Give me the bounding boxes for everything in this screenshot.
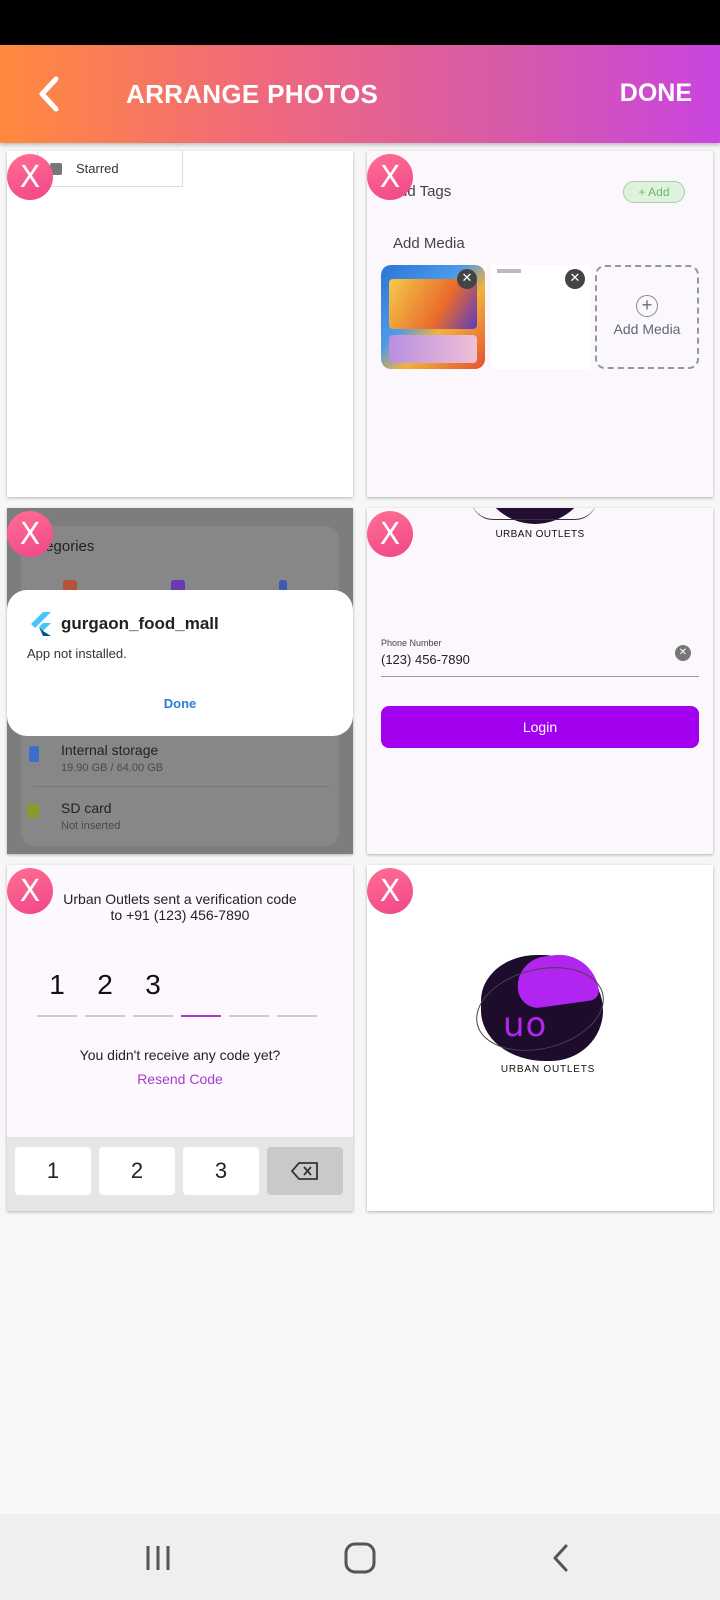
otp-underline (229, 1015, 269, 1017)
phone-storage-icon (29, 746, 39, 762)
add-media-box: + Add Media (595, 265, 699, 369)
photo-tile-4[interactable]: URBAN OUTLETS Phone Number (123) 456-789… (367, 508, 713, 854)
otp-underline (37, 1015, 77, 1017)
no-code-text: You didn't receive any code yet? (79, 1047, 281, 1063)
phone-value: (123) 456-7890 (381, 652, 470, 667)
backspace-icon (267, 1147, 343, 1195)
remove-photo-button[interactable]: X (367, 511, 413, 557)
brand-name: URBAN OUTLETS (495, 529, 585, 540)
otp-underline (181, 1015, 221, 1017)
photo-tile-1[interactable]: Starred (7, 151, 353, 497)
close-icon: ✕ (457, 269, 477, 289)
otp-underline (277, 1015, 317, 1017)
add-media-label: Add Media (613, 321, 681, 337)
otp-digit: 1 (49, 969, 65, 1000)
verification-line-2: to +91 (123) 456-7890 (110, 907, 250, 923)
dialog-message: App not installed. (27, 646, 127, 661)
phone-label: Phone Number (381, 638, 442, 648)
remove-photo-button[interactable]: X (7, 511, 53, 557)
page-title: ARRANGE PHOTOS (126, 79, 379, 109)
key: 1 (15, 1147, 91, 1195)
otp-digit: 3 (145, 969, 161, 1000)
otp-underline (85, 1015, 125, 1017)
starred-label: Starred (76, 161, 119, 176)
photo-tile-5[interactable]: Urban Outlets sent a verification code t… (7, 865, 353, 1211)
starred-chip: Starred (37, 151, 183, 187)
remove-photo-button[interactable]: X (7, 868, 53, 914)
sd-card-icon (27, 804, 39, 818)
verification-line-1: Urban Outlets sent a verification code (63, 891, 297, 907)
logo-text: uo (503, 1005, 548, 1045)
divider (381, 676, 699, 677)
add-tag-chip: + Add (623, 181, 685, 203)
system-nav-bar (0, 1514, 720, 1600)
login-button: Login (381, 706, 699, 748)
photo-tile-6[interactable]: uo URBAN OUTLETS (367, 865, 713, 1211)
dialog-done-button: Done (163, 696, 197, 711)
otp-underline (133, 1015, 173, 1017)
flutter-icon (31, 612, 51, 636)
close-icon: ✕ (565, 269, 585, 289)
divider (33, 786, 329, 787)
key: 2 (99, 1147, 175, 1195)
key: 3 (183, 1147, 259, 1195)
back-nav-icon[interactable] (542, 1538, 582, 1578)
done-button[interactable]: DONE (620, 79, 692, 108)
storage-detail: 19.90 GB / 64.00 GB (61, 762, 164, 774)
brand-name: URBAN OUTLETS (500, 1064, 596, 1075)
app-bar: ARRANGE PHOTOS DONE (0, 45, 720, 143)
plus-icon: + (636, 295, 658, 317)
resend-code-link: Resend Code (137, 1071, 223, 1087)
recent-apps-icon[interactable] (138, 1538, 178, 1578)
photo-tile-2[interactable]: dd Tags + Add Add Media ✕ ✕ + Add Media (367, 151, 713, 497)
app-not-installed-dialog: gurgaon_food_mall App not installed. Don… (7, 590, 353, 736)
add-media-heading: Add Media (393, 235, 465, 252)
storage-name: Internal storage (61, 742, 159, 758)
chevron-left-icon (39, 76, 59, 112)
remove-photo-button[interactable]: X (367, 154, 413, 200)
remove-photo-button[interactable]: X (367, 868, 413, 914)
storage-detail: Not inserted (61, 820, 121, 832)
otp-digit: 2 (97, 969, 113, 1000)
clear-icon: ✕ (675, 645, 691, 661)
status-bar (0, 0, 720, 45)
verification-message: Urban Outlets sent a verification code t… (7, 891, 353, 923)
photo-tile-3[interactable]: tegories gurgaon_food_mall App not insta… (7, 508, 353, 854)
remove-photo-button[interactable]: X (7, 154, 53, 200)
back-button[interactable] (28, 71, 74, 117)
home-icon[interactable] (340, 1538, 380, 1578)
keyboard: 1 2 3 (7, 1137, 353, 1211)
dialog-app-name: gurgaon_food_mall (61, 614, 219, 633)
storage-name: SD card (61, 800, 112, 816)
